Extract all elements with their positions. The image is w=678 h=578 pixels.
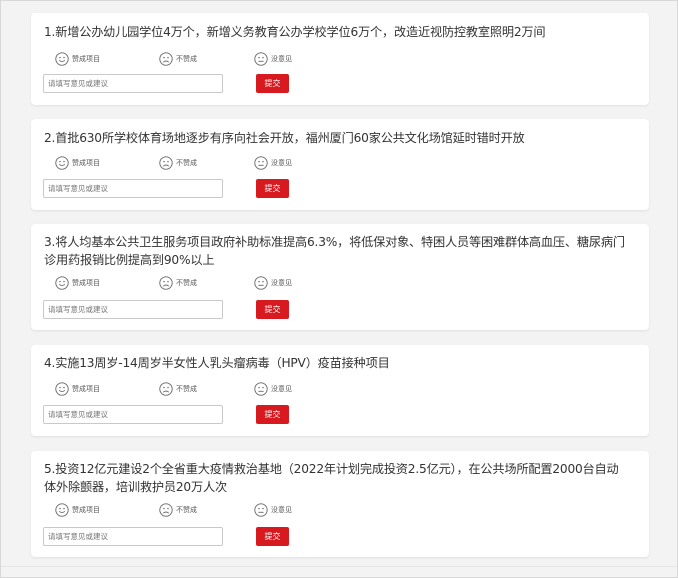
suggestion-input[interactable] bbox=[43, 527, 223, 546]
no-opinion-label: 没意见 bbox=[271, 159, 292, 167]
smile-face-icon bbox=[55, 382, 69, 396]
project-title: 3.将人均基本公共卫生服务项目政府补助标准提高6.3%，将低保对象、特困人员等困… bbox=[44, 235, 625, 267]
disagree-label: 不赞成 bbox=[176, 55, 197, 63]
project-title: 4.实施13周岁-14周岁半女性人乳头瘤病毒（HPV）疫苗接种项目 bbox=[44, 356, 390, 370]
agree-label: 赞成项目 bbox=[72, 159, 100, 167]
agree-option[interactable]: 赞成项目 bbox=[55, 275, 100, 291]
no-opinion-label: 没意见 bbox=[271, 506, 292, 514]
suggestion-input[interactable] bbox=[43, 179, 223, 198]
smile-face-icon bbox=[55, 276, 69, 290]
agree-option[interactable]: 赞成项目 bbox=[55, 51, 100, 67]
disagree-label: 不赞成 bbox=[176, 159, 197, 167]
smile-face-icon bbox=[55, 503, 69, 517]
frown-face-icon bbox=[159, 52, 173, 66]
smile-face-icon bbox=[55, 52, 69, 66]
project-title: 5.投资12亿元建设2个全省重大疫情救治基地（2022年计划完成投资2.5亿元）… bbox=[44, 462, 619, 494]
submit-button[interactable]: 提交 bbox=[256, 179, 289, 198]
no-opinion-option[interactable]: 没意见 bbox=[254, 381, 292, 397]
no-opinion-option[interactable]: 没意见 bbox=[254, 275, 292, 291]
frown-face-icon bbox=[159, 503, 173, 517]
disagree-label: 不赞成 bbox=[176, 385, 197, 393]
project-card-4: 4.实施13周岁-14周岁半女性人乳头瘤病毒（HPV）疫苗接种项目 赞成项目 不… bbox=[31, 345, 649, 436]
neutral-face-icon bbox=[254, 156, 268, 170]
no-opinion-option[interactable]: 没意见 bbox=[254, 51, 292, 67]
disagree-option[interactable]: 不赞成 bbox=[159, 275, 197, 291]
smile-face-icon bbox=[55, 156, 69, 170]
no-opinion-label: 没意见 bbox=[271, 279, 292, 287]
frown-face-icon bbox=[159, 276, 173, 290]
disagree-option[interactable]: 不赞成 bbox=[159, 51, 197, 67]
disagree-label: 不赞成 bbox=[176, 279, 197, 287]
frown-face-icon bbox=[159, 156, 173, 170]
agree-label: 赞成项目 bbox=[72, 279, 100, 287]
suggestion-input[interactable] bbox=[43, 405, 223, 424]
bottom-divider bbox=[1, 566, 677, 567]
submit-button[interactable]: 提交 bbox=[256, 527, 289, 546]
submit-button[interactable]: 提交 bbox=[256, 300, 289, 319]
agree-option[interactable]: 赞成项目 bbox=[55, 155, 100, 171]
no-opinion-label: 没意见 bbox=[271, 385, 292, 393]
project-title: 1.新增公办幼儿园学位4万个，新增义务教育公办学校学位6万个，改造近视防控教室照… bbox=[44, 25, 546, 39]
project-title: 2.首批630所学校体育场地逐步有序向社会开放，福州厦门60家公共文化场馆延时错… bbox=[44, 131, 525, 145]
project-card-5: 5.投资12亿元建设2个全省重大疫情救治基地（2022年计划完成投资2.5亿元）… bbox=[31, 451, 649, 557]
agree-label: 赞成项目 bbox=[72, 55, 100, 63]
project-card-3: 3.将人均基本公共卫生服务项目政府补助标准提高6.3%，将低保对象、特困人员等困… bbox=[31, 224, 649, 330]
neutral-face-icon bbox=[254, 52, 268, 66]
disagree-option[interactable]: 不赞成 bbox=[159, 502, 197, 518]
no-opinion-label: 没意见 bbox=[271, 55, 292, 63]
agree-option[interactable]: 赞成项目 bbox=[55, 381, 100, 397]
no-opinion-option[interactable]: 没意见 bbox=[254, 155, 292, 171]
neutral-face-icon bbox=[254, 382, 268, 396]
agree-label: 赞成项目 bbox=[72, 385, 100, 393]
disagree-label: 不赞成 bbox=[176, 506, 197, 514]
disagree-option[interactable]: 不赞成 bbox=[159, 381, 197, 397]
neutral-face-icon bbox=[254, 276, 268, 290]
page-frame: 1.新增公办幼儿园学位4万个，新增义务教育公办学校学位6万个，改造近视防控教室照… bbox=[0, 0, 678, 578]
project-card-2: 2.首批630所学校体育场地逐步有序向社会开放，福州厦门60家公共文化场馆延时错… bbox=[31, 119, 649, 210]
no-opinion-option[interactable]: 没意见 bbox=[254, 502, 292, 518]
neutral-face-icon bbox=[254, 503, 268, 517]
suggestion-input[interactable] bbox=[43, 300, 223, 319]
suggestion-input[interactable] bbox=[43, 74, 223, 93]
project-card-1: 1.新增公办幼儿园学位4万个，新增义务教育公办学校学位6万个，改造近视防控教室照… bbox=[31, 13, 649, 105]
frown-face-icon bbox=[159, 382, 173, 396]
submit-button[interactable]: 提交 bbox=[256, 405, 289, 424]
disagree-option[interactable]: 不赞成 bbox=[159, 155, 197, 171]
submit-button[interactable]: 提交 bbox=[256, 74, 289, 93]
agree-label: 赞成项目 bbox=[72, 506, 100, 514]
agree-option[interactable]: 赞成项目 bbox=[55, 502, 100, 518]
